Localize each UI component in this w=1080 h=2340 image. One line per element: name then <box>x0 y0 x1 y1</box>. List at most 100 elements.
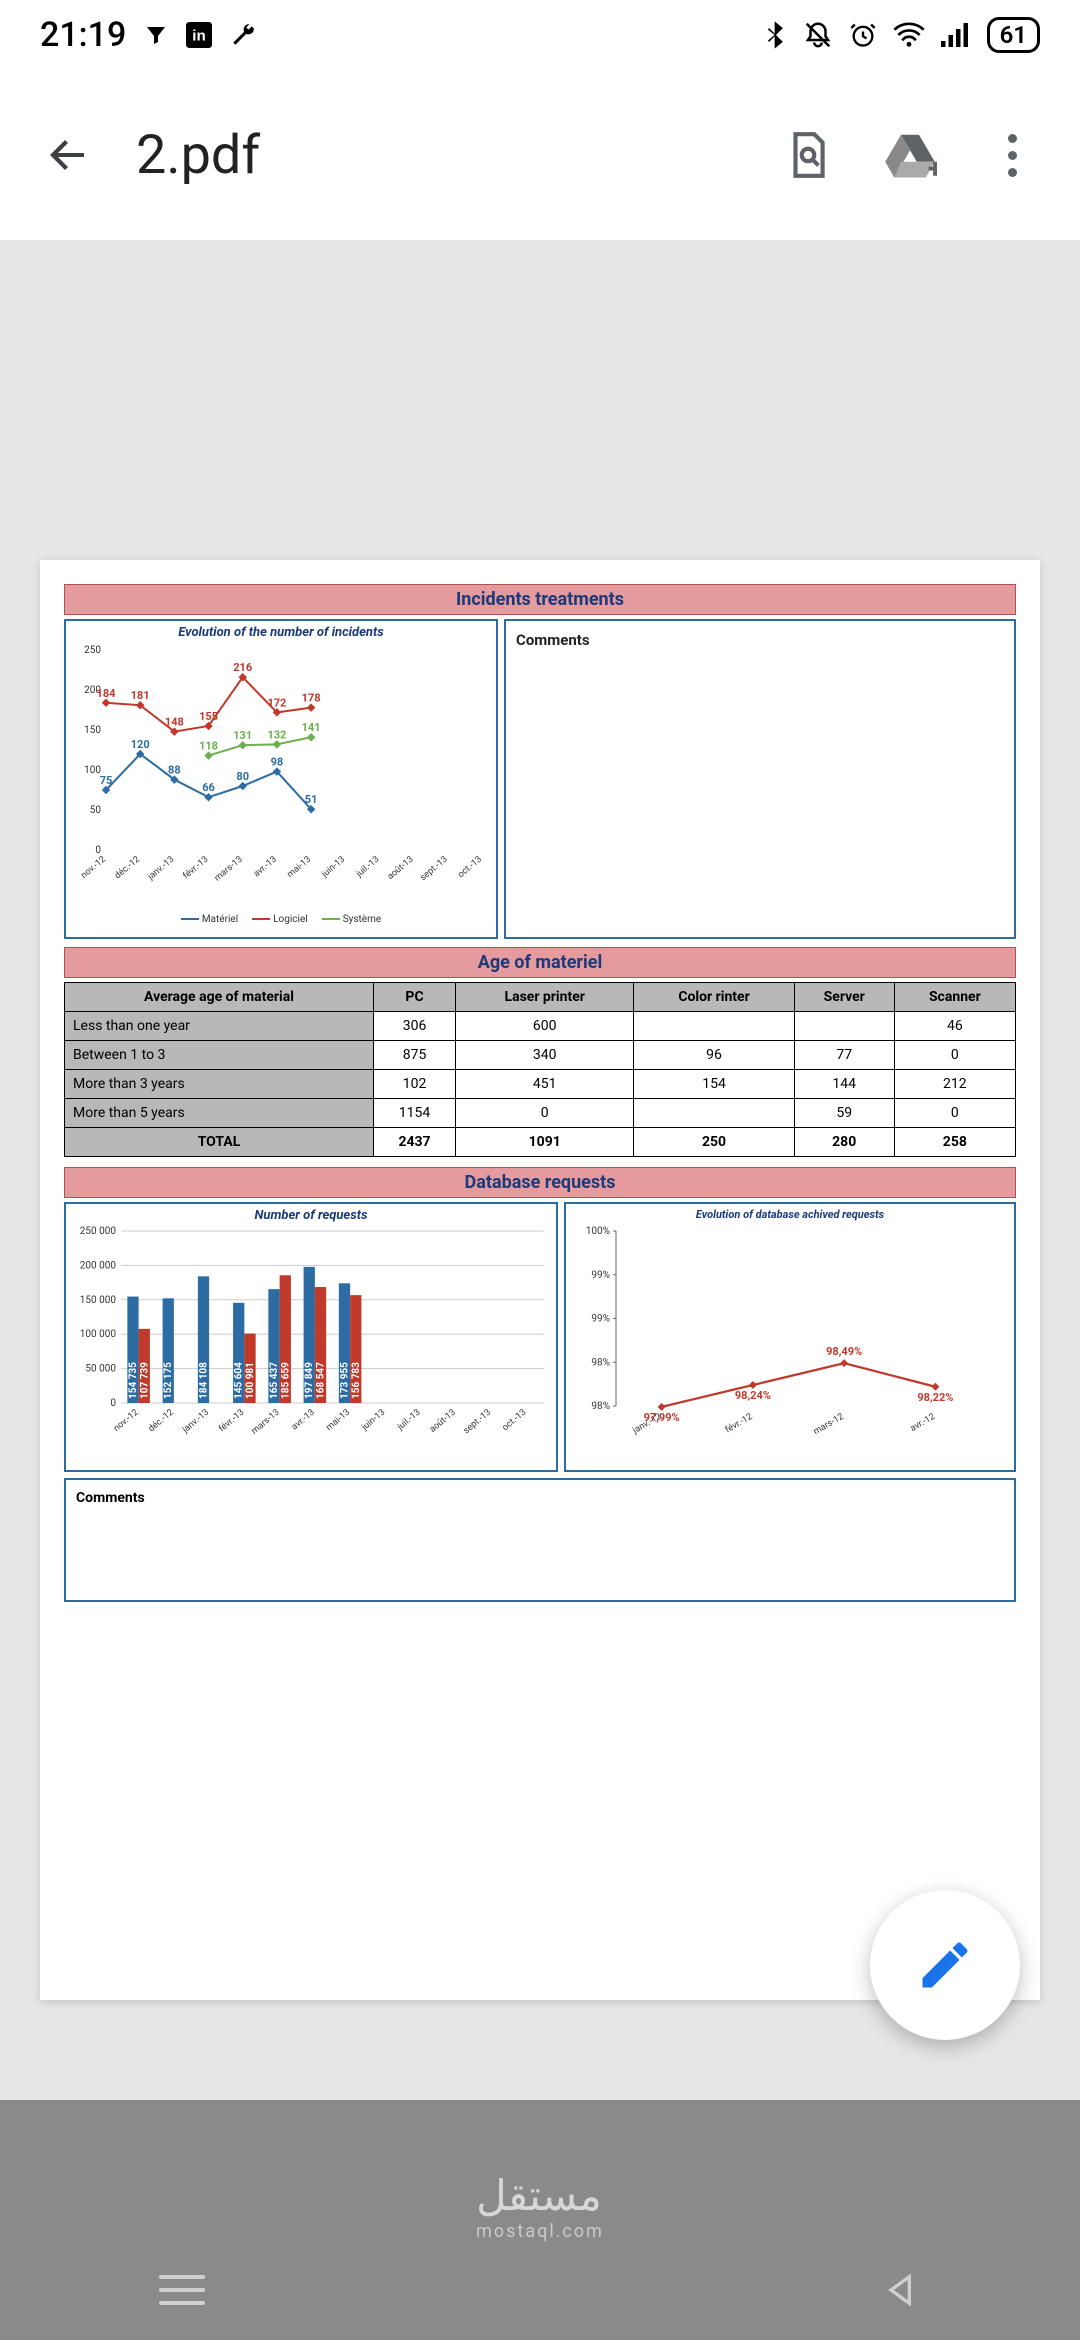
svg-text:131: 131 <box>233 729 252 742</box>
signal-icon <box>941 22 971 48</box>
svg-text:118: 118 <box>199 740 218 753</box>
svg-text:avr.-13: avr.-13 <box>290 1408 317 1433</box>
watermark: مستقل mostaql.com <box>476 2171 604 2242</box>
wrench-icon <box>230 22 256 48</box>
age-material-table: Average age of materialPCLaser printerCo… <box>64 982 1016 1157</box>
battery-indicator: 61 <box>987 17 1040 53</box>
svg-text:mai-13: mai-13 <box>324 1408 352 1433</box>
bluetooth-icon <box>765 20 787 50</box>
bottom-bar: مستقل mostaql.com <box>0 2100 1080 2340</box>
svg-text:mai-13: mai-13 <box>285 855 313 880</box>
svg-text:150: 150 <box>84 725 101 736</box>
evo-chart-svg: 98%98%99%99%100%janv.-12févr.-12mars-12a… <box>566 1221 996 1451</box>
svg-text:181: 181 <box>131 689 150 702</box>
svg-text:mars-13: mars-13 <box>213 855 245 884</box>
svg-text:216: 216 <box>233 661 252 674</box>
svg-text:88: 88 <box>168 764 181 777</box>
svg-text:145 604: 145 604 <box>234 1362 245 1399</box>
svg-text:100 981: 100 981 <box>245 1362 256 1399</box>
svg-text:in: in <box>193 27 206 44</box>
more-options-button[interactable] <box>984 127 1040 183</box>
svg-text:165 437: 165 437 <box>269 1362 280 1399</box>
svg-text:mars-13: mars-13 <box>250 1408 282 1437</box>
svg-text:50 000: 50 000 <box>85 1364 116 1375</box>
line-chart-title: Evolution of the number of incidents <box>66 621 496 640</box>
more-vert-icon <box>1008 134 1017 177</box>
filter-icon <box>144 23 168 47</box>
svg-text:98,22%: 98,22% <box>917 1391 953 1404</box>
comments-label: Comments <box>516 631 590 649</box>
bar-chart-title: Number of requests <box>66 1204 556 1223</box>
find-in-page-button[interactable] <box>780 127 836 183</box>
svg-text:132: 132 <box>267 728 286 741</box>
svg-text:juin-13: juin-13 <box>360 1408 388 1434</box>
system-nav <box>0 2250 1080 2340</box>
pencil-icon <box>915 1935 975 1995</box>
svg-text:50: 50 <box>90 805 102 816</box>
section-heading-incidents: Incidents treatments <box>64 584 1016 615</box>
svg-text:oct.-13: oct.-13 <box>456 855 484 881</box>
svg-text:août-13: août-13 <box>428 1408 458 1435</box>
svg-text:197 849: 197 849 <box>304 1362 315 1399</box>
svg-text:févr.-13: févr.-13 <box>217 1408 246 1435</box>
svg-text:avr.-12: avr.-12 <box>909 1412 937 1434</box>
svg-text:déc.-12: déc.-12 <box>147 1408 176 1435</box>
svg-text:66: 66 <box>202 781 215 794</box>
svg-text:152 175: 152 175 <box>163 1362 174 1399</box>
line-chart-svg: 050100150200250nov.-12déc.-12janv.-13fév… <box>66 640 492 910</box>
svg-text:141: 141 <box>302 721 321 734</box>
svg-text:250 000: 250 000 <box>80 1226 117 1237</box>
svg-text:oct.-13: oct.-13 <box>501 1408 529 1434</box>
svg-text:janv.-13: janv.-13 <box>145 855 176 883</box>
svg-text:juil.-13: juil.-13 <box>395 1408 422 1433</box>
svg-text:98%: 98% <box>591 1357 610 1368</box>
svg-text:154 735: 154 735 <box>128 1362 139 1399</box>
svg-text:sept.-13: sept.-13 <box>462 1408 493 1436</box>
status-bar: 21:19 in 61 <box>0 0 1080 70</box>
svg-text:150 000: 150 000 <box>80 1295 117 1306</box>
app-bar: 2.pdf + <box>0 70 1080 241</box>
svg-text:98%: 98% <box>591 1401 610 1412</box>
incidents-comments-box: Comments <box>504 619 1016 939</box>
svg-text:156 783: 156 783 <box>351 1362 362 1399</box>
linkedin-icon: in <box>186 22 212 48</box>
svg-text:99%: 99% <box>591 1314 610 1325</box>
requests-bar-chart: Number of requests 050 000100 000150 000… <box>64 1202 558 1472</box>
svg-text:100 000: 100 000 <box>80 1329 117 1340</box>
svg-text:184: 184 <box>97 687 117 700</box>
svg-text:178: 178 <box>302 692 321 705</box>
svg-text:98: 98 <box>271 756 284 769</box>
bar-chart-svg: 050 000100 000150 000200 000250 000nov.-… <box>66 1223 552 1453</box>
status-right: 61 <box>765 17 1040 53</box>
section-heading-database: Database requests <box>64 1167 1016 1198</box>
svg-text:nov.-12: nov.-12 <box>79 855 108 881</box>
svg-text:168 547: 168 547 <box>316 1362 327 1399</box>
status-left: 21:19 in <box>40 15 256 55</box>
svg-text:97,99%: 97,99% <box>644 1411 680 1424</box>
svg-text:juil.-13: juil.-13 <box>354 855 381 880</box>
recents-button[interactable] <box>159 2275 205 2305</box>
svg-text:sept.-13: sept.-13 <box>418 855 449 883</box>
svg-text:98,49%: 98,49% <box>826 1345 862 1358</box>
incidents-line-chart: Evolution of the number of incidents 050… <box>64 619 498 939</box>
svg-text:250: 250 <box>84 645 101 656</box>
evolution-line-chart: Evolution of database achived requests 9… <box>564 1202 1016 1472</box>
svg-text:173 955: 173 955 <box>339 1362 350 1399</box>
svg-text:80: 80 <box>236 770 249 783</box>
back-nav-button[interactable] <box>881 2270 921 2310</box>
svg-text:nov.-12: nov.-12 <box>112 1408 141 1434</box>
svg-text:févr.-13: févr.-13 <box>181 855 210 882</box>
svg-text:févr.-12: févr.-12 <box>724 1412 755 1435</box>
svg-text:99%: 99% <box>591 1270 610 1281</box>
evo-chart-title: Evolution of database achived requests <box>566 1204 1014 1221</box>
svg-text:avr.-13: avr.-13 <box>252 855 279 880</box>
pdf-viewer[interactable]: Incidents treatments Evolution of the nu… <box>0 240 1080 2080</box>
drive-add-button[interactable]: + <box>882 127 938 183</box>
dnd-icon <box>803 20 833 50</box>
svg-text:200 000: 200 000 <box>80 1260 117 1271</box>
edit-fab[interactable] <box>870 1890 1020 2040</box>
svg-text:120: 120 <box>131 738 150 751</box>
wifi-icon <box>893 22 925 48</box>
svg-text:août-13: août-13 <box>386 855 416 882</box>
back-button[interactable] <box>40 127 96 183</box>
